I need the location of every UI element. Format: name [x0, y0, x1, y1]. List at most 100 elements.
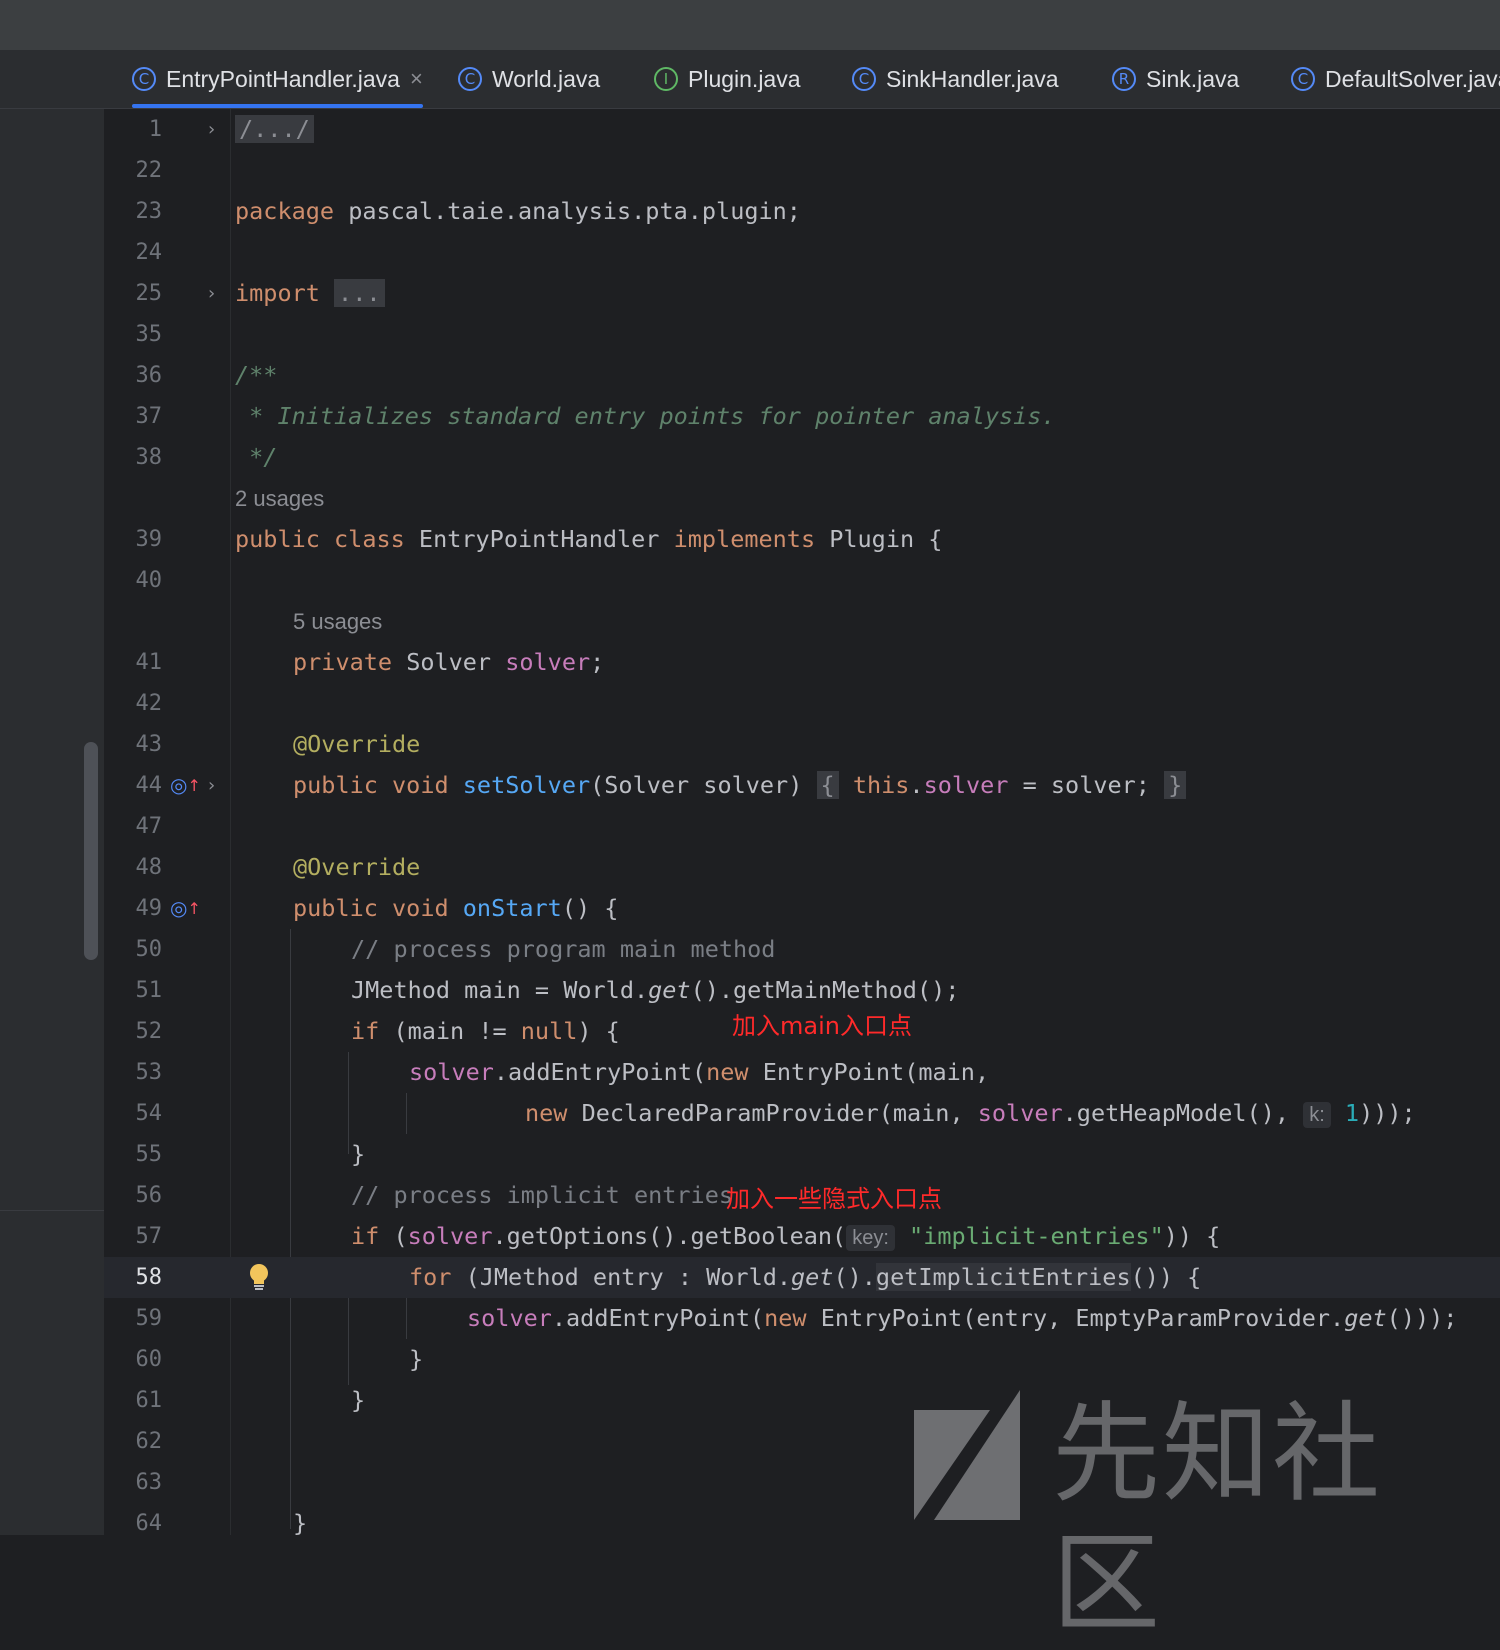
tab-sink[interactable]: R Sink.java — [1112, 50, 1239, 108]
expand-fold-icon[interactable]: › — [208, 273, 215, 314]
code-line: 49 ◎↑ public void onStart() { — [104, 888, 1500, 929]
class-icon: C — [132, 67, 156, 91]
code-vision-line: 5 usages — [104, 601, 1500, 642]
parameter-hint: k: — [1303, 1102, 1331, 1128]
tab-label: Sink.java — [1146, 65, 1240, 92]
window-title-bar — [0, 0, 1500, 50]
code-line: 51 JMethod main = World.get().getMainMet… — [104, 970, 1500, 1011]
tab-sink-handler[interactable]: C SinkHandler.java — [852, 50, 1059, 108]
line-number: 23 — [135, 199, 163, 224]
code-text: /.../ — [235, 109, 314, 150]
line-number: 63 — [135, 1470, 163, 1495]
code-line: 35 — [104, 314, 1500, 355]
expand-fold-icon[interactable]: › — [208, 765, 215, 806]
tab-label: World.java — [492, 65, 601, 92]
code-line: 22 — [104, 150, 1500, 191]
line-number: 62 — [135, 1429, 163, 1454]
line-number: 35 — [135, 322, 163, 347]
code-text: solver.addEntryPoint(new EntryPoint(entr… — [467, 1304, 1458, 1332]
line-number: 38 — [135, 445, 163, 470]
annotation-implicit-entries: 加入一些隐式入口点 — [726, 1185, 942, 1213]
code-text: public void setSolver(Solver solver) { t… — [293, 765, 1187, 806]
tab-label: SinkHandler.java — [886, 65, 1059, 92]
line-number: 47 — [135, 814, 163, 839]
line-number: 56 — [135, 1183, 163, 1208]
folded-region[interactable]: ... — [334, 279, 385, 307]
code-text: } — [293, 1509, 308, 1537]
tab-label: EntryPointHandler.java — [166, 65, 400, 92]
code-line: 55 } — [104, 1134, 1500, 1175]
code-line: 23 package pascal.taie.analysis.pta.plug… — [104, 191, 1500, 232]
tab-world[interactable]: C World.java — [458, 50, 600, 108]
tab-default-solver[interactable]: C DefaultSolver.java — [1291, 50, 1500, 108]
implements-method-icon[interactable]: ◎↑ — [170, 888, 201, 929]
line-comment: // process implicit entries — [351, 1181, 734, 1209]
expand-fold-icon[interactable]: › — [208, 109, 215, 150]
line-number: 24 — [135, 240, 163, 265]
close-icon[interactable]: × — [410, 66, 423, 92]
code-text: } — [351, 1140, 366, 1168]
watermark: 先知社区 — [912, 1390, 1472, 1647]
parameter-hint: key: — [846, 1225, 895, 1251]
code-line: 38 */ — [104, 437, 1500, 478]
usages-hint[interactable]: 2 usages — [235, 478, 324, 519]
line-number: 44 — [135, 773, 163, 798]
line-number: 49 — [135, 896, 163, 921]
code-line: 37 * Initializes standard entry points f… — [104, 396, 1500, 437]
annotation: @Override — [293, 853, 421, 881]
line-number: 43 — [135, 732, 163, 757]
line-number: 51 — [135, 978, 163, 1003]
lightbulb-icon[interactable] — [248, 1263, 270, 1297]
editor-tab-bar: C EntryPointHandler.java × C World.java … — [104, 50, 1500, 109]
code-text: if (main != null) { — [351, 1017, 620, 1045]
tab-entry-point-handler[interactable]: C EntryPointHandler.java × — [132, 50, 423, 108]
code-line: 60 } — [104, 1339, 1500, 1380]
doc-comment: * Initializes standard entry points for … — [235, 402, 1056, 430]
code-line: 40 — [104, 560, 1500, 601]
code-line: 57 if (solver.getOptions().getBoolean(ke… — [104, 1216, 1500, 1257]
code-text: } — [351, 1386, 366, 1414]
code-text: new DeclaredParamProvider(main, solver.g… — [525, 1099, 1416, 1128]
code-text: public void onStart() { — [293, 894, 619, 922]
code-text: public class EntryPointHandler implement… — [235, 525, 943, 553]
code-text: private Solver solver; — [293, 648, 605, 676]
line-number: 50 — [135, 937, 163, 962]
code-line-current: 58 for (JMethod entry : World.get().getI… — [104, 1257, 1500, 1298]
code-line: 50 // process program main method — [104, 929, 1500, 970]
doc-comment: /** — [235, 361, 278, 389]
code-text: import ... — [235, 273, 385, 314]
line-number: 55 — [135, 1142, 163, 1167]
code-line: 47 — [104, 806, 1500, 847]
code-line: 25 › import ... — [104, 273, 1500, 314]
code-text: solver.addEntryPoint(new EntryPoint(main… — [409, 1058, 990, 1086]
record-icon: R — [1112, 67, 1136, 91]
line-number: 36 — [135, 363, 163, 388]
code-text: for (JMethod entry : World.get().getImpl… — [409, 1263, 1202, 1291]
line-number: 61 — [135, 1388, 163, 1413]
line-number: 42 — [135, 691, 163, 716]
implements-method-icon[interactable]: ◎↑ — [170, 765, 201, 806]
line-number: 39 — [135, 527, 163, 552]
line-number: 64 — [135, 1511, 163, 1536]
line-number: 37 — [135, 404, 163, 429]
code-line: 39 public class EntryPointHandler implem… — [104, 519, 1500, 560]
code-text: } — [409, 1345, 424, 1373]
code-line: 42 — [104, 683, 1500, 724]
vertical-scrollbar-thumb[interactable] — [84, 742, 98, 960]
usages-hint[interactable]: 5 usages — [293, 601, 382, 642]
annotation-main-entry: 加入main入口点 — [732, 1012, 912, 1040]
line-number: 59 — [135, 1306, 163, 1331]
code-line: 1 › /.../ — [104, 109, 1500, 150]
code-text: if (solver.getOptions().getBoolean(key: … — [351, 1222, 1221, 1251]
strip-divider — [0, 108, 104, 109]
code-editor[interactable]: 1 › /.../ 22 23 package pascal.taie.anal… — [104, 109, 1500, 1537]
folded-region[interactable]: /.../ — [235, 115, 314, 143]
tab-plugin[interactable]: I Plugin.java — [654, 50, 801, 108]
line-number: 60 — [135, 1347, 163, 1372]
class-icon: C — [852, 67, 876, 91]
line-number: 54 — [135, 1101, 163, 1126]
line-number: 25 — [135, 281, 163, 306]
interface-icon: I — [654, 67, 678, 91]
strip-divider — [0, 1210, 104, 1211]
watermark-text: 先知社区 — [1052, 1392, 1383, 1647]
